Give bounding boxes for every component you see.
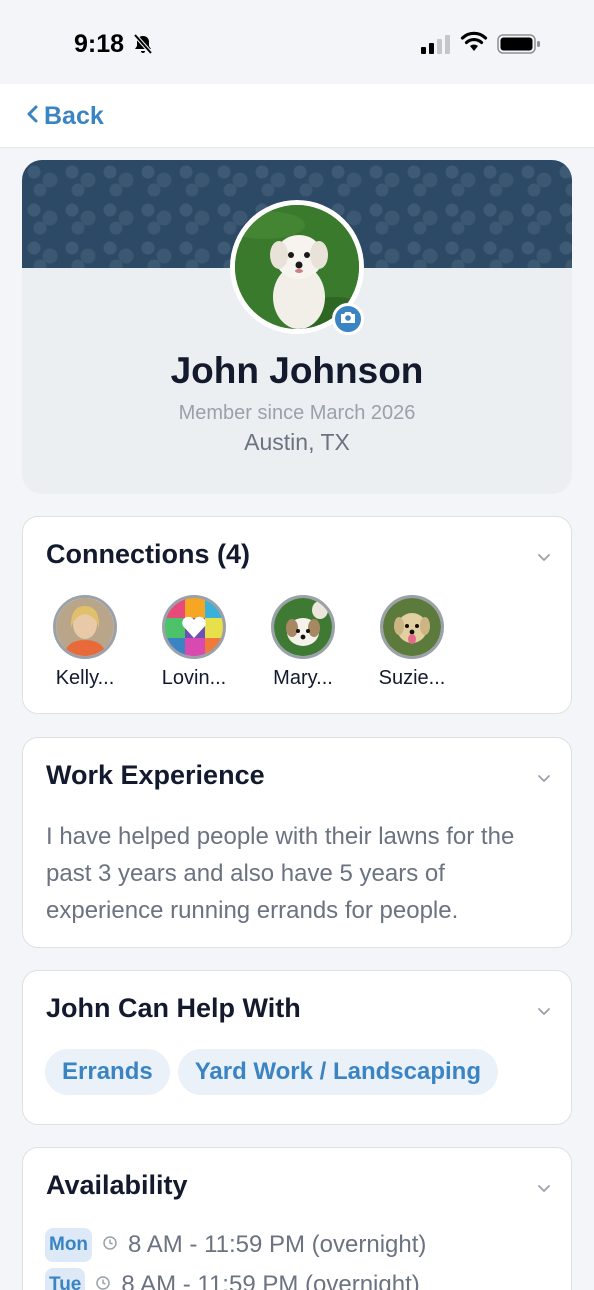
connections-list: Kelly... Lovin... Mary... Suzie... [53, 595, 445, 690]
availability-time: 8 AM - 11:59 PM (overnight) [121, 1271, 420, 1290]
connection-name: Mary... [273, 667, 333, 689]
connection-item[interactable]: Lovin... [162, 595, 226, 690]
battery-icon [497, 33, 541, 60]
connection-avatar [53, 595, 117, 659]
availability-time: 8 AM - 11:59 PM (overnight) [128, 1231, 427, 1258]
profile-name: John Johnson [170, 350, 424, 391]
connection-avatar [162, 595, 226, 659]
availability-row: Mon 8 AM - 11:59 PM (overnight) [45, 1228, 426, 1262]
change-photo-button[interactable] [332, 303, 364, 335]
connections-card: Connections (4) Kelly... Lovin... Mary..… [22, 516, 572, 714]
connection-item[interactable]: Mary... [271, 595, 335, 690]
camera-icon [340, 310, 356, 329]
clock-icon [102, 1235, 118, 1256]
chip-errands[interactable]: Errands [45, 1049, 170, 1095]
connection-item[interactable]: Suzie... [379, 595, 445, 690]
help-with-chips: Errands Yard Work / Landscaping [45, 1049, 498, 1095]
chip-yard-work[interactable]: Yard Work / Landscaping [177, 1049, 498, 1095]
member-since: Member since March 2026 [178, 402, 416, 424]
help-with-title: John Can Help With [46, 993, 301, 1023]
availability-row: Tue 8 AM - 11:59 PM (overnight) [45, 1268, 420, 1290]
day-badge: Mon [45, 1228, 93, 1262]
connection-avatar [271, 595, 335, 659]
chevron-down-icon[interactable] [537, 1003, 551, 1021]
chevron-down-icon[interactable] [537, 1180, 551, 1198]
availability-card: Availability Mon 8 AM - 11:59 PM (overni… [22, 1147, 572, 1290]
bell-muted-icon [132, 33, 154, 60]
status-bar: 9:18 [0, 0, 594, 84]
connections-title: Connections (4) [46, 539, 251, 569]
navigation-bar: Back [0, 84, 594, 148]
profile-header-card: John Johnson Member since March 2026 Aus… [22, 160, 572, 494]
connection-item[interactable]: Kelly... [53, 595, 117, 690]
work-experience-card: Work Experience I have helped people wit… [22, 737, 572, 948]
connection-name: Kelly... [55, 667, 115, 689]
help-with-card: John Can Help With Errands Yard Work / L… [22, 970, 572, 1125]
status-time: 9:18 [74, 30, 125, 58]
day-badge: Tue [45, 1268, 86, 1290]
connection-name: Lovin... [161, 667, 227, 689]
chevron-down-icon[interactable] [537, 549, 551, 567]
back-button[interactable]: Back [26, 100, 104, 132]
work-experience-text: I have helped people with their lawns fo… [46, 823, 515, 924]
cellular-signal-icon [421, 34, 451, 59]
profile-location: Austin, TX [244, 429, 350, 455]
connection-name: Suzie... [378, 667, 446, 689]
connection-avatar [380, 595, 444, 659]
availability-title: Availability [46, 1170, 188, 1200]
wifi-icon [460, 31, 488, 58]
chevron-left-icon [26, 102, 40, 131]
clock-icon [95, 1275, 111, 1290]
chevron-down-icon[interactable] [537, 770, 551, 788]
work-experience-title: Work Experience [46, 760, 265, 790]
back-label: Back [44, 101, 104, 130]
